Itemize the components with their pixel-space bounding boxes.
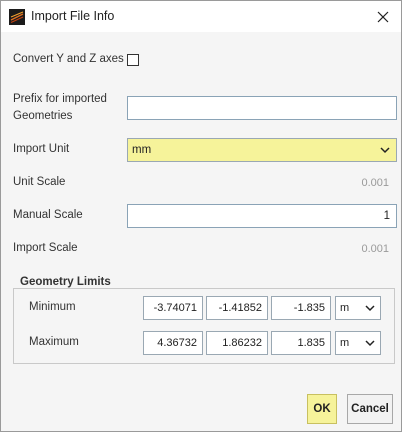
minimum-z-value: -1.835 [293,302,325,314]
prefix-input[interactable] [127,96,397,120]
maximum-unit-value: m [340,337,350,349]
chevron-down-icon [365,340,375,347]
maximum-y-field[interactable]: 1.86232 [206,331,268,355]
minimum-y-value: -1.41852 [218,302,262,314]
import-unit-label: Import Unit [13,143,70,155]
convert-axes-checkbox[interactable] [127,54,139,66]
minimum-label: Minimum [29,301,76,313]
minimum-x-value: -3.74071 [153,302,197,314]
ok-button[interactable]: OK [307,394,337,424]
maximum-y-value: 1.86232 [222,337,262,349]
maximum-x-value: 4.36732 [157,337,197,349]
geometry-limits-title: Geometry Limits [17,276,114,288]
maximum-label: Maximum [29,336,79,348]
maximum-z-value: 1.835 [297,337,325,349]
app-logo-icon [9,9,25,25]
manual-scale-input[interactable]: 1 [127,204,397,228]
import-unit-select[interactable]: mm [127,138,397,162]
import-scale-value: 0.001 [361,243,389,255]
title-bar: Import File Info [1,1,401,32]
maximum-unit-select[interactable]: m [335,331,381,355]
maximum-x-field[interactable]: 4.36732 [143,331,203,355]
manual-scale-value: 1 [383,210,390,222]
import-file-info-dialog: Import File Info Convert Y and Z axes Pr… [0,0,402,432]
maximum-z-field[interactable]: 1.835 [271,331,331,355]
unit-scale-label: Unit Scale [13,176,66,188]
prefix-label-line2: Geometries [13,110,73,122]
cancel-button[interactable]: Cancel [347,394,393,424]
close-icon [377,11,389,22]
minimum-x-field[interactable]: -3.74071 [143,296,203,320]
chevron-down-icon [380,147,390,154]
minimum-unit-select[interactable]: m [335,296,381,320]
minimum-z-field[interactable]: -1.835 [271,296,331,320]
prefix-label-line1: Prefix for imported [13,93,107,105]
import-scale-label: Import Scale [13,242,78,254]
manual-scale-label: Manual Scale [13,209,83,221]
chevron-down-icon [365,305,375,312]
minimum-unit-value: m [340,302,350,314]
close-button[interactable] [365,1,401,32]
unit-scale-value: 0.001 [361,177,389,189]
window-title: Import File Info [31,9,115,23]
import-unit-value: mm [132,144,152,156]
convert-axes-label: Convert Y and Z axes [13,53,124,65]
minimum-y-field[interactable]: -1.41852 [206,296,268,320]
